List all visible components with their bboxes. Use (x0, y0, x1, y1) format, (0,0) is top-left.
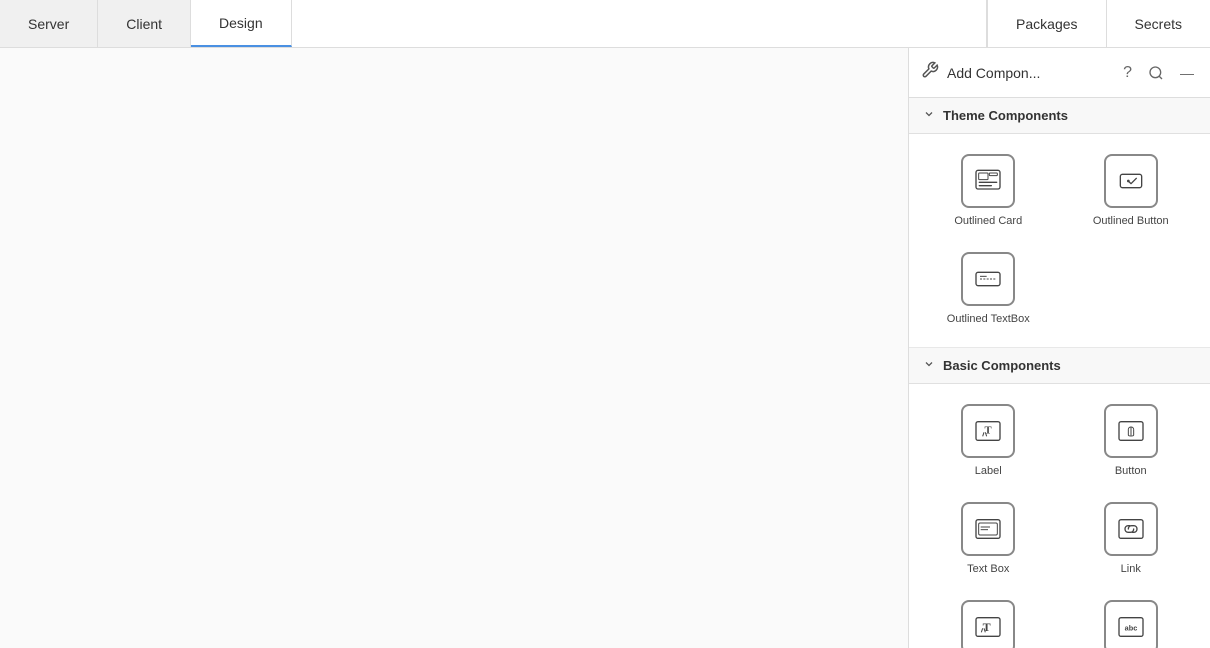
search-button[interactable] (1144, 63, 1168, 83)
panel-scroll[interactable]: Theme Components Outlined Card (909, 98, 1210, 648)
svg-text:T: T (983, 620, 991, 634)
tab-client[interactable]: Client (98, 0, 191, 47)
search-icon (1148, 65, 1164, 81)
top-nav: Server Client Design Packages Secrets (0, 0, 1210, 48)
basic-components-title: Basic Components (943, 358, 1061, 373)
tab-client-label: Client (126, 16, 162, 32)
component-text-box[interactable]: Text Box (921, 494, 1056, 584)
component-outlined-card[interactable]: Outlined Card (921, 146, 1056, 236)
outlined-button-icon-box (1104, 154, 1158, 208)
chevron-theme-icon (923, 108, 935, 123)
nav-right: Packages Secrets (987, 0, 1210, 47)
outlined-button-label: Outlined Button (1093, 214, 1169, 228)
label-icon-box: T (961, 404, 1015, 458)
basic-component-grid: T Label (909, 384, 1210, 648)
link-svg (1115, 513, 1147, 545)
outlined-textbox-label: Outlined TextBox (947, 312, 1030, 326)
component-button[interactable]: Button (1064, 396, 1199, 486)
component-outlined-button[interactable]: Outlined Button (1064, 146, 1199, 236)
right-panel: Add Compon... ? — (908, 48, 1210, 648)
section-theme-components[interactable]: Theme Components (909, 98, 1210, 134)
link-icon-box (1104, 502, 1158, 556)
rich-label-icon-box: T (961, 600, 1015, 648)
button-component-label: Button (1115, 464, 1147, 478)
wrench-icon (921, 61, 939, 84)
help-label: ? (1123, 64, 1132, 82)
outlined-textbox-icon-box (961, 252, 1015, 306)
component-abc[interactable]: abc (1064, 592, 1199, 648)
svg-text:T: T (985, 425, 992, 436)
collapse-button[interactable]: — (1176, 63, 1198, 83)
tab-server[interactable]: Server (0, 0, 98, 47)
abc-svg: abc (1115, 611, 1147, 643)
outlined-card-label: Outlined Card (954, 214, 1022, 228)
section-basic-components[interactable]: Basic Components (909, 348, 1210, 384)
tab-design-label: Design (219, 15, 263, 31)
canvas-area[interactable] (0, 48, 908, 648)
abc-icon-box: abc (1104, 600, 1158, 648)
panel-header: Add Compon... ? — (909, 48, 1210, 98)
outlined-button-svg (1115, 165, 1147, 197)
tab-server-label: Server (28, 16, 69, 32)
text-box-label: Text Box (967, 562, 1009, 576)
tab-packages-label: Packages (1016, 16, 1077, 32)
component-link[interactable]: Link (1064, 494, 1199, 584)
tab-secrets[interactable]: Secrets (1106, 0, 1210, 47)
button-svg (1115, 415, 1147, 447)
component-label[interactable]: T Label (921, 396, 1056, 486)
help-button[interactable]: ? (1119, 62, 1136, 84)
panel-header-actions: ? — (1119, 62, 1198, 84)
tab-secrets-label: Secrets (1135, 16, 1182, 32)
outlined-textbox-svg (972, 263, 1004, 295)
component-rich-label[interactable]: T (921, 592, 1056, 648)
tab-design[interactable]: Design (191, 0, 292, 47)
chevron-basic-icon (923, 358, 935, 373)
svg-text:abc: abc (1124, 624, 1137, 633)
text-box-icon-box (961, 502, 1015, 556)
rich-label-svg: T (972, 611, 1004, 643)
theme-component-grid: Outlined Card Outlined Button (909, 134, 1210, 348)
component-outlined-textbox[interactable]: Outlined TextBox (921, 244, 1056, 334)
theme-components-title: Theme Components (943, 108, 1068, 123)
nav-spacer (292, 0, 987, 47)
text-box-svg (972, 513, 1004, 545)
panel-title: Add Compon... (947, 65, 1111, 81)
main-area: Add Compon... ? — (0, 48, 1210, 648)
label-svg: T (972, 415, 1004, 447)
button-icon-box (1104, 404, 1158, 458)
collapse-icon: — (1180, 65, 1194, 81)
label-component-label: Label (975, 464, 1002, 478)
tab-packages[interactable]: Packages (987, 0, 1105, 47)
outlined-card-icon-box (961, 154, 1015, 208)
outlined-card-svg (972, 165, 1004, 197)
link-label: Link (1121, 562, 1141, 576)
